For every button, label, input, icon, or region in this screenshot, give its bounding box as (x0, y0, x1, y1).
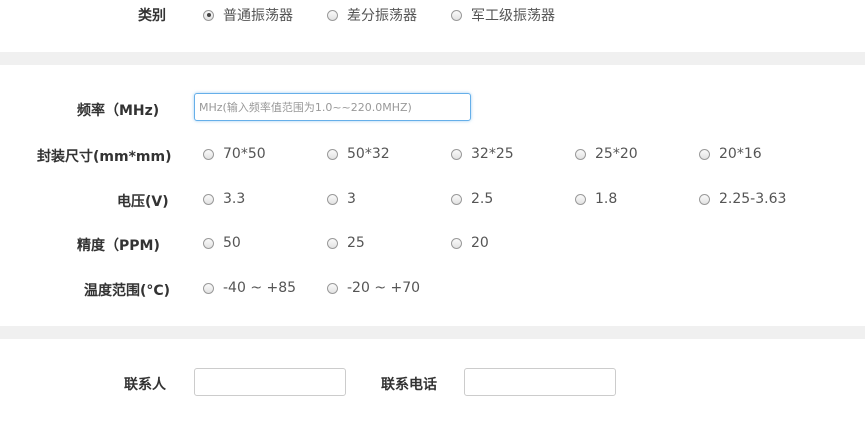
voltage-option-label: 2.25-3.63 (719, 191, 787, 207)
contact-phone-label: 联系电话 (381, 377, 437, 393)
temperature-label: 温度范围(°C) (84, 283, 171, 299)
category-label: 类别 (138, 8, 166, 24)
category-option-differential[interactable]: 差分振荡器 (327, 5, 417, 25)
voltage-option-3[interactable]: 3 (327, 191, 356, 207)
precision-option-25[interactable]: 25 (327, 235, 365, 251)
radio-icon[interactable] (203, 148, 214, 160)
contact-name-label: 联系人 (124, 377, 166, 393)
radio-icon[interactable] (451, 237, 462, 249)
category-option-military[interactable]: 军工级振荡器 (451, 5, 555, 25)
category-option-normal[interactable]: 普通振荡器 (203, 5, 293, 25)
radio-icon[interactable] (203, 193, 214, 205)
package-option-label: 20*16 (719, 146, 762, 162)
package-option-20x16[interactable]: 20*16 (699, 146, 762, 162)
contact-name-input[interactable] (194, 368, 346, 396)
category-option-label: 普通振荡器 (223, 8, 293, 24)
frequency-label: 频率（MHz) (77, 103, 160, 119)
precision-option-label: 20 (471, 235, 489, 251)
precision-option-label: 25 (347, 235, 365, 251)
voltage-option-label: 3.3 (223, 191, 246, 207)
radio-icon[interactable] (327, 237, 338, 249)
contact-phone-input[interactable] (464, 368, 616, 396)
temperature-option-minus20-70[interactable]: -20 ~ +70 (327, 280, 420, 296)
temperature-option-label: -40 ~ +85 (223, 280, 297, 296)
radio-icon[interactable] (699, 193, 710, 205)
voltage-option-1-8[interactable]: 1.8 (575, 191, 617, 207)
package-option-label: 25*20 (595, 146, 638, 162)
precision-option-20[interactable]: 20 (451, 235, 489, 251)
radio-icon[interactable] (451, 9, 462, 21)
voltage-label: 电压(V) (117, 194, 169, 210)
section-divider (0, 326, 865, 339)
radio-icon[interactable] (575, 193, 586, 205)
radio-icon[interactable] (575, 148, 586, 160)
package-option-32x25[interactable]: 32*25 (451, 146, 514, 162)
package-option-label: 50*32 (347, 146, 390, 162)
radio-icon[interactable] (327, 9, 338, 21)
frequency-input[interactable] (194, 93, 471, 121)
precision-option-label: 50 (223, 235, 241, 251)
package-option-70x50[interactable]: 70*50 (203, 146, 266, 162)
radio-icon[interactable] (451, 148, 462, 160)
radio-icon[interactable] (327, 148, 338, 160)
package-option-25x20[interactable]: 25*20 (575, 146, 638, 162)
package-option-50x32[interactable]: 50*32 (327, 146, 390, 162)
voltage-option-label: 2.5 (471, 191, 494, 207)
temperature-option-minus40-85[interactable]: -40 ~ +85 (203, 280, 296, 296)
radio-icon[interactable] (699, 148, 710, 160)
precision-label: 精度（PPM) (77, 238, 160, 254)
precision-option-50[interactable]: 50 (203, 235, 241, 251)
voltage-option-3-3[interactable]: 3.3 (203, 191, 245, 207)
radio-icon[interactable] (203, 9, 214, 21)
voltage-option-label: 1.8 (595, 191, 618, 207)
package-size-label: 封装尺寸(mm*mm) (37, 149, 172, 165)
category-option-label: 差分振荡器 (347, 8, 417, 24)
package-option-label: 70*50 (223, 146, 266, 162)
radio-icon[interactable] (451, 193, 462, 205)
radio-icon[interactable] (327, 193, 338, 205)
radio-icon[interactable] (203, 237, 214, 249)
radio-icon[interactable] (327, 282, 338, 294)
temperature-option-label: -20 ~ +70 (347, 280, 421, 296)
voltage-option-label: 3 (347, 191, 356, 207)
category-option-label: 军工级振荡器 (471, 8, 555, 24)
radio-icon[interactable] (203, 282, 214, 294)
voltage-option-2-25-3-63[interactable]: 2.25-3.63 (699, 191, 786, 207)
voltage-option-2-5[interactable]: 2.5 (451, 191, 493, 207)
section-divider (0, 52, 865, 65)
package-option-label: 32*25 (471, 146, 514, 162)
